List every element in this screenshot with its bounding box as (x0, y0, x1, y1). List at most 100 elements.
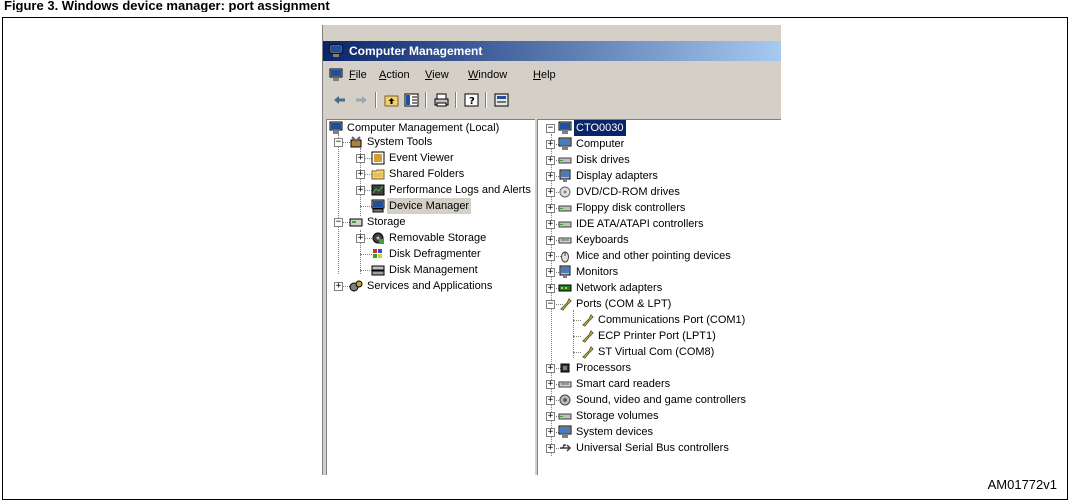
collapse-toggle[interactable]: − (334, 138, 343, 147)
tree-item-label: Processors (576, 362, 632, 374)
storage-icon (349, 218, 363, 227)
menu-action[interactable]: Action (379, 65, 410, 85)
expand-toggle[interactable]: + (546, 172, 555, 181)
performance-logs-icon (371, 184, 385, 196)
expand-toggle[interactable]: + (546, 156, 555, 165)
menu-help[interactable]: Help (533, 65, 556, 85)
expand-toggle[interactable]: + (546, 412, 555, 421)
show-tree-icon[interactable] (403, 92, 420, 108)
network-adapter-icon (558, 284, 572, 292)
toolbar-separator (425, 92, 427, 108)
storage-volume-icon (558, 413, 572, 420)
computer-management-window: Computer Management File Action View Win… (322, 25, 781, 475)
tree-item-label: Event Viewer (389, 152, 454, 164)
sound-icon (559, 394, 571, 406)
tree-item-label: System Tools (367, 136, 433, 148)
computer-icon (558, 137, 572, 150)
tree-item-label: Monitors (576, 266, 619, 278)
device-manager-icon (371, 199, 385, 213)
expand-toggle[interactable]: + (546, 252, 555, 261)
tree-item-label: Smart card readers (576, 378, 671, 390)
computer-management-icon (329, 121, 343, 134)
expand-toggle[interactable]: + (546, 284, 555, 293)
title-bar[interactable]: Computer Management (323, 41, 781, 61)
menu-file[interactable]: File (349, 65, 367, 85)
expand-toggle[interactable]: + (546, 380, 555, 389)
tree-item-label: Universal Serial Bus controllers (576, 442, 729, 454)
tree-item-label: Device Manager (387, 198, 472, 214)
tree-item-label: ECP Printer Port (LPT1) (598, 330, 716, 342)
shared-folders-icon (371, 169, 385, 180)
tree-item-label: Display adapters (576, 170, 658, 182)
system-tools-icon (350, 136, 362, 148)
expand-toggle[interactable]: + (356, 170, 365, 179)
figure-id: AM01772v1 (987, 477, 1057, 492)
removable-storage-icon (372, 232, 384, 244)
expand-toggle[interactable]: + (546, 396, 555, 405)
svg-text:?: ? (469, 96, 475, 107)
tree-item-label: Shared Folders (389, 168, 465, 180)
port-icon (582, 346, 594, 359)
tree-item-label: Services and Applications (367, 280, 493, 292)
toolbar-separator (375, 92, 377, 108)
tree-item-label: Sound, video and game controllers (576, 394, 746, 406)
display-adapter-icon (559, 169, 571, 182)
collapse-toggle[interactable]: − (334, 218, 343, 227)
expand-toggle[interactable]: + (546, 204, 555, 213)
tree-item-label: Ports (COM & LPT) (576, 298, 672, 310)
computer-icon (558, 121, 572, 134)
monitor-icon (559, 265, 571, 278)
expand-toggle[interactable]: + (546, 444, 555, 453)
expand-toggle[interactable]: + (546, 268, 555, 277)
help-icon[interactable]: ? (463, 92, 480, 108)
expand-toggle[interactable]: + (546, 140, 555, 149)
expand-toggle[interactable]: + (546, 236, 555, 245)
disk-defragmenter-icon (373, 249, 382, 258)
properties-icon[interactable] (493, 92, 510, 108)
expand-toggle[interactable]: + (356, 154, 365, 163)
expand-toggle[interactable]: + (334, 282, 343, 291)
expand-toggle[interactable]: + (546, 428, 555, 437)
port-icon (582, 314, 594, 327)
ide-controller-icon (558, 221, 572, 228)
mouse-icon (561, 251, 569, 263)
processor-icon (560, 363, 570, 373)
collapse-toggle[interactable]: − (546, 300, 555, 309)
back-arrow-icon[interactable] (331, 92, 348, 108)
tree-item-label: Performance Logs and Alerts (389, 184, 531, 196)
system-menu-icon[interactable] (329, 68, 343, 82)
event-viewer-icon (371, 151, 385, 165)
port-icon (582, 330, 594, 343)
device-tree-pane: − CTO0030 + Computer + Disk drives + Display … (537, 119, 781, 475)
usb-controller-icon (560, 444, 572, 452)
tree-item-label: Network adapters (576, 282, 663, 294)
tree-item-label: Floppy disk controllers (576, 202, 686, 214)
tree-item-label: DVD/CD-ROM drives (576, 186, 680, 198)
menu-bar: File Action View Window Help (323, 65, 781, 85)
tree-item-label: Disk drives (576, 154, 630, 166)
menu-window[interactable]: Window (468, 65, 507, 85)
toolbar-separator (455, 92, 457, 108)
tree-item-label: IDE ATA/ATAPI controllers (576, 218, 704, 230)
system-device-icon (558, 425, 572, 438)
tree-item-label: Disk Defragmenter (389, 248, 481, 260)
collapse-toggle[interactable]: − (546, 124, 555, 133)
forward-arrow-icon[interactable] (353, 92, 370, 108)
tree-item-label: CTO0030 (574, 120, 626, 136)
disk-management-icon (371, 265, 385, 276)
smart-card-reader-icon (558, 381, 572, 388)
tree-item-label: System devices (576, 426, 654, 438)
port-icon (560, 298, 572, 311)
expand-toggle[interactable]: + (356, 234, 365, 243)
expand-toggle[interactable]: + (546, 188, 555, 197)
print-icon[interactable] (433, 92, 450, 108)
expand-toggle[interactable]: + (546, 220, 555, 229)
tree-item-label: Computer (576, 138, 625, 150)
expand-toggle[interactable]: + (546, 364, 555, 373)
tree-item-label: Mice and other pointing devices (576, 250, 731, 262)
tree-item-label: Removable Storage (389, 232, 487, 244)
menu-view[interactable]: View (425, 65, 449, 85)
up-folder-icon[interactable] (383, 92, 400, 108)
tree-item-label: Storage (367, 216, 406, 228)
expand-toggle[interactable]: + (356, 186, 365, 195)
